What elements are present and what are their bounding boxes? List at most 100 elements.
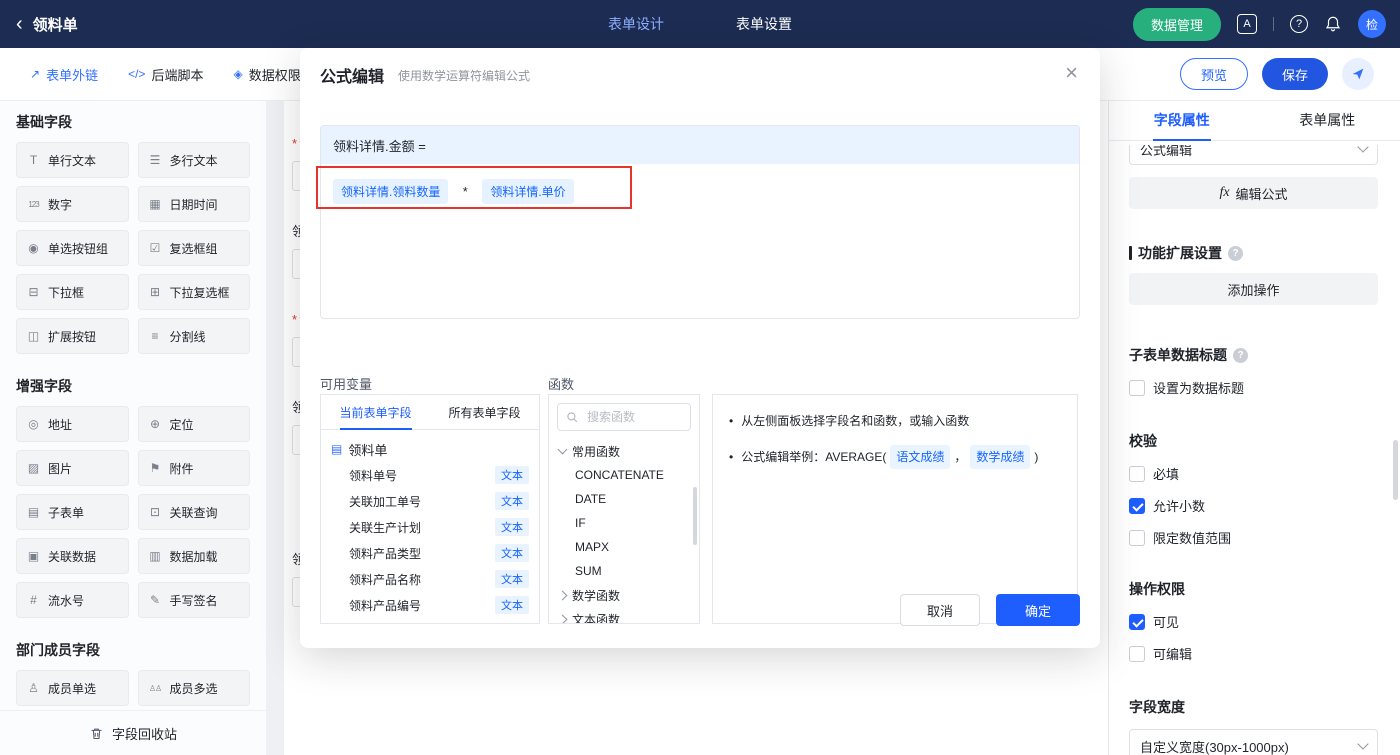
- cancel-button[interactable]: 取消: [900, 594, 980, 626]
- toolbar-item-backend-script[interactable]: </> 后端脚本: [128, 65, 203, 84]
- formula-mode-select-clipped[interactable]: 公式编辑: [1129, 145, 1378, 167]
- field-item-label: 下拉框: [48, 285, 85, 300]
- field-item-dropdown[interactable]: ⊟ 下拉框: [16, 274, 129, 310]
- formula-editor[interactable]: 领料详情.金额 = 领料详情.领料数量 * 领料详情.单价: [320, 125, 1080, 319]
- field-item-divider[interactable]: ≡ 分割线: [137, 318, 250, 354]
- dialog-footer: 取消 确定: [900, 594, 1080, 626]
- field-item-single-line-text[interactable]: T 单行文本: [16, 142, 129, 178]
- tab-current-form-fields[interactable]: 当前表单字段: [321, 395, 430, 429]
- help-line-1: • 从左侧面板选择字段名和函数，或输入函数: [729, 411, 1061, 431]
- checkbox-set-data-title[interactable]: 设置为数据标题: [1129, 378, 1378, 397]
- toolbar-item-external-link[interactable]: ↗ 表单外链: [30, 65, 98, 84]
- function-search-box[interactable]: [557, 403, 691, 431]
- variable-row[interactable]: 领料产品类型 文本: [331, 540, 529, 566]
- section-bar: [1129, 246, 1132, 260]
- field-item-number[interactable]: 123 数字: [16, 186, 129, 222]
- field-item-member-single[interactable]: ♙ 成员单选: [16, 670, 129, 706]
- function-group-common[interactable]: 常用函数: [549, 439, 699, 463]
- function-group-text[interactable]: 文本函数: [549, 607, 699, 623]
- confirm-button[interactable]: 确定: [996, 594, 1080, 626]
- field-item-attachment[interactable]: ⚑ 附件: [137, 450, 250, 486]
- field-item-member-multi[interactable]: ♙♙ 成员多选: [137, 670, 250, 706]
- functions-scrollbar[interactable]: [693, 487, 697, 545]
- variable-row[interactable]: 领料产品名称 文本: [331, 566, 529, 592]
- field-item-subform[interactable]: ▤ 子表单: [16, 494, 129, 530]
- member-single-icon: ♙: [28, 681, 39, 695]
- help-question-icon[interactable]: ?: [1228, 245, 1243, 261]
- tab-form-properties[interactable]: 表单属性: [1255, 100, 1400, 140]
- field-item-checkbox-group[interactable]: ☑ 复选框组: [137, 230, 250, 266]
- checkbox-icon[interactable]: [1129, 379, 1145, 396]
- close-icon[interactable]: ×: [1065, 62, 1078, 84]
- function-item[interactable]: CONCATENATE: [549, 463, 699, 487]
- bell-icon[interactable]: [1324, 15, 1342, 33]
- help-question-icon[interactable]: ?: [1233, 347, 1248, 363]
- checkbox-checked-icon[interactable]: [1129, 613, 1145, 630]
- formula-body[interactable]: 领料详情.领料数量 * 领料详情.单价: [321, 164, 1079, 219]
- tab-field-properties[interactable]: 字段属性: [1109, 100, 1255, 140]
- formula-field-tag[interactable]: 领料详情.领料数量: [333, 179, 449, 204]
- help-line-2: • 公式编辑举例：AVERAGE( 语文成绩 ， 数学成绩 ): [729, 445, 1061, 469]
- field-item-datetime[interactable]: ▦ 日期时间: [137, 186, 250, 222]
- variable-row[interactable]: 领料单号 文本: [331, 462, 529, 488]
- function-search-input[interactable]: [585, 409, 682, 425]
- add-action-button[interactable]: 添加操作: [1129, 273, 1378, 305]
- field-item-serial-number[interactable]: # 流水号: [16, 582, 129, 618]
- panel-scrollbar[interactable]: [1393, 440, 1398, 500]
- properties-panel: 字段属性 表单属性 公式编辑 fx 编辑公式 功能扩展设置 ? 添加操作 子表单…: [1108, 100, 1400, 755]
- field-item-image[interactable]: ▨ 图片: [16, 450, 129, 486]
- variable-row[interactable]: 关联加工单号 文本: [331, 488, 529, 514]
- field-item-linked-query[interactable]: ⊡ 关联查询: [137, 494, 250, 530]
- publish-share-button[interactable]: [1342, 58, 1374, 90]
- function-group-label: 常用函数: [572, 444, 621, 459]
- field-item-linked-data[interactable]: ▣ 关联数据: [16, 538, 129, 574]
- field-item-dropdown-multi[interactable]: ⊞ 下拉复选框: [137, 274, 250, 310]
- checkbox-visible[interactable]: 可见: [1129, 612, 1378, 631]
- tab-all-form-fields[interactable]: 所有表单字段: [430, 395, 539, 429]
- checkbox-icon[interactable]: [1129, 645, 1145, 662]
- formula-field-tag[interactable]: 领料详情.单价: [482, 179, 574, 204]
- shield-icon: ◈: [233, 67, 243, 81]
- checkbox-icon[interactable]: [1129, 465, 1145, 482]
- recycle-bin-label: 字段回收站: [111, 726, 177, 742]
- checkbox-checked-icon[interactable]: [1129, 497, 1145, 514]
- width-mode-select[interactable]: 自定义宽度(30px-1000px): [1129, 729, 1378, 755]
- function-item[interactable]: IF: [549, 511, 699, 535]
- field-item-signature[interactable]: ✎ 手写签名: [137, 582, 250, 618]
- translate-icon[interactable]: A: [1237, 14, 1257, 34]
- data-manage-button[interactable]: 数据管理: [1132, 7, 1221, 41]
- toolbar-item-label: 后端脚本: [151, 67, 204, 83]
- avatar[interactable]: 检: [1358, 10, 1386, 38]
- divider-icon: ≡: [151, 329, 159, 343]
- checkbox-icon[interactable]: [1129, 529, 1145, 546]
- variable-row[interactable]: 关联生产计划 文本: [331, 514, 529, 540]
- variable-name: 领料单号: [349, 468, 398, 483]
- required-mark: *: [292, 136, 298, 151]
- tab-form-settings[interactable]: 表单设置: [736, 14, 792, 34]
- toolbar-item-data-permission[interactable]: ◈ 数据权限: [233, 65, 300, 84]
- checkbox-limit-range[interactable]: 限定数值范围: [1129, 528, 1378, 547]
- checkbox-required[interactable]: 必填: [1129, 464, 1378, 483]
- help-icon[interactable]: ?: [1290, 15, 1308, 33]
- variable-row[interactable]: 领料产品编号 文本: [331, 592, 529, 618]
- edit-formula-button[interactable]: fx 编辑公式: [1129, 177, 1378, 209]
- preview-button[interactable]: 预览: [1179, 58, 1248, 90]
- field-item-address[interactable]: ◎ 地址: [16, 406, 129, 442]
- field-recycle-bin[interactable]: 字段回收站: [0, 710, 266, 755]
- function-group-math[interactable]: 数学函数: [549, 583, 699, 607]
- field-item-data-load[interactable]: ▥ 数据加载: [137, 538, 250, 574]
- checkbox-allow-decimal[interactable]: 允许小数: [1129, 496, 1378, 515]
- tree-root-form[interactable]: ▤ 领料单: [331, 436, 529, 462]
- back-chevron-icon[interactable]: ‹: [16, 14, 23, 34]
- field-item-multiline-text[interactable]: ☰ 多行文本: [137, 142, 250, 178]
- save-button[interactable]: 保存: [1261, 58, 1328, 90]
- tab-form-design[interactable]: 表单设计: [608, 14, 664, 34]
- field-item-radio-group[interactable]: ◉ 单选按钮组: [16, 230, 129, 266]
- field-item-location[interactable]: ⊕ 定位: [137, 406, 250, 442]
- function-item[interactable]: SUM: [549, 559, 699, 583]
- function-item[interactable]: MAPX: [549, 535, 699, 559]
- field-item-extend-button[interactable]: ◫ 扩展按钮: [16, 318, 129, 354]
- function-item[interactable]: DATE: [549, 487, 699, 511]
- checkbox-editable[interactable]: 可编辑: [1129, 644, 1378, 663]
- datetime-icon: ▦: [149, 197, 161, 211]
